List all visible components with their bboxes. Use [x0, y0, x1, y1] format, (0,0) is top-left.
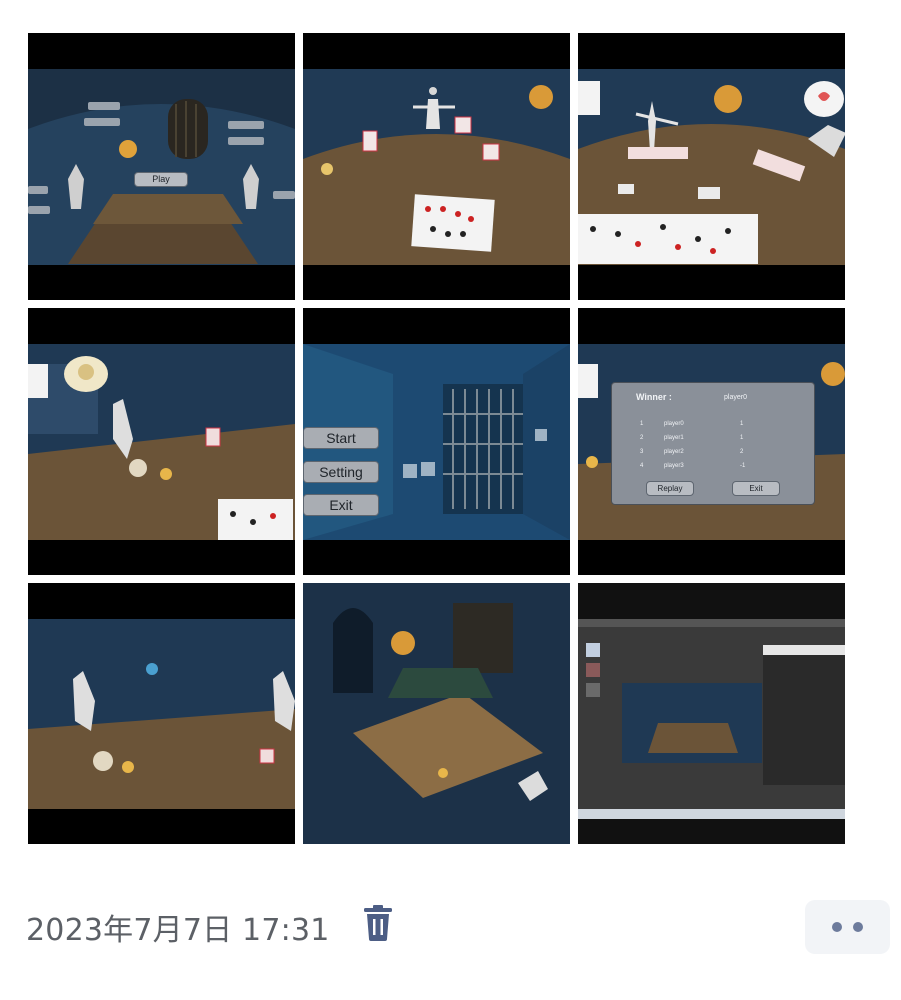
start-button[interactable]: Start — [303, 427, 379, 449]
rank-cell: 3 — [640, 449, 644, 455]
player-cell: player3 — [664, 463, 684, 469]
photo-tile-8[interactable] — [303, 583, 570, 844]
game-scene-lobby — [28, 69, 295, 265]
score-cell: 1 — [740, 421, 744, 427]
table-row: 2 player1 1 — [640, 431, 790, 445]
table-row: 4 player3 -1 — [640, 459, 790, 473]
photo-tile-7[interactable] — [28, 583, 295, 844]
winner-exit-button[interactable]: Exit — [732, 481, 780, 496]
more-options-button[interactable] — [805, 900, 890, 954]
replay-button[interactable]: Replay — [646, 481, 694, 496]
trash-icon[interactable] — [363, 905, 393, 941]
photo-tile-4[interactable] — [28, 308, 295, 575]
winner-dialog: Winner : player0 1 player0 1 2 player1 1… — [611, 382, 815, 505]
rank-cell: 1 — [640, 421, 644, 427]
play-button[interactable]: Play — [134, 172, 188, 187]
photo-tile-9[interactable] — [578, 583, 845, 844]
winner-title: Winner : — [636, 392, 672, 402]
score-cell: 2 — [740, 449, 744, 455]
score-cell: 1 — [740, 435, 744, 441]
photo-tile-2[interactable] — [303, 33, 570, 300]
game-scene-card-hands — [578, 69, 845, 265]
winner-table: 1 player0 1 2 player1 1 3 player2 2 4 pl… — [640, 417, 790, 473]
player-cell: player1 — [664, 435, 684, 441]
more-dots-icon — [832, 922, 842, 932]
game-scene-skeletons-table — [28, 619, 295, 809]
photo-tile-3[interactable] — [578, 33, 845, 300]
photo-tile-6[interactable]: Winner : player0 1 player0 1 2 player1 1… — [578, 308, 845, 575]
photo-datetime: 2023年7月7日 17:31 — [26, 913, 330, 948]
rank-cell: 4 — [640, 463, 644, 469]
editor-screenshot — [578, 583, 845, 844]
score-cell: -1 — [740, 463, 746, 469]
game-scene-skeleton-lying — [28, 344, 295, 540]
setting-button[interactable]: Setting — [303, 461, 379, 483]
player-cell: player0 — [664, 421, 684, 427]
more-dot — [853, 922, 863, 932]
table-row: 1 player0 1 — [640, 417, 790, 431]
winner-name: player0 — [724, 394, 747, 401]
exit-button[interactable]: Exit — [303, 494, 379, 516]
game-scene-cards-skeleton — [303, 69, 570, 265]
photo-tile-5[interactable]: Start Setting Exit — [303, 308, 570, 575]
table-row: 3 player2 2 — [640, 445, 790, 459]
player-cell: player2 — [664, 449, 684, 455]
photo-tile-1[interactable]: Play — [28, 33, 295, 300]
photo-grid: Play Start Setting Exit Winner: player0… — [28, 33, 846, 844]
rank-cell: 2 — [640, 435, 644, 441]
game-scene-room-overview — [303, 583, 570, 844]
